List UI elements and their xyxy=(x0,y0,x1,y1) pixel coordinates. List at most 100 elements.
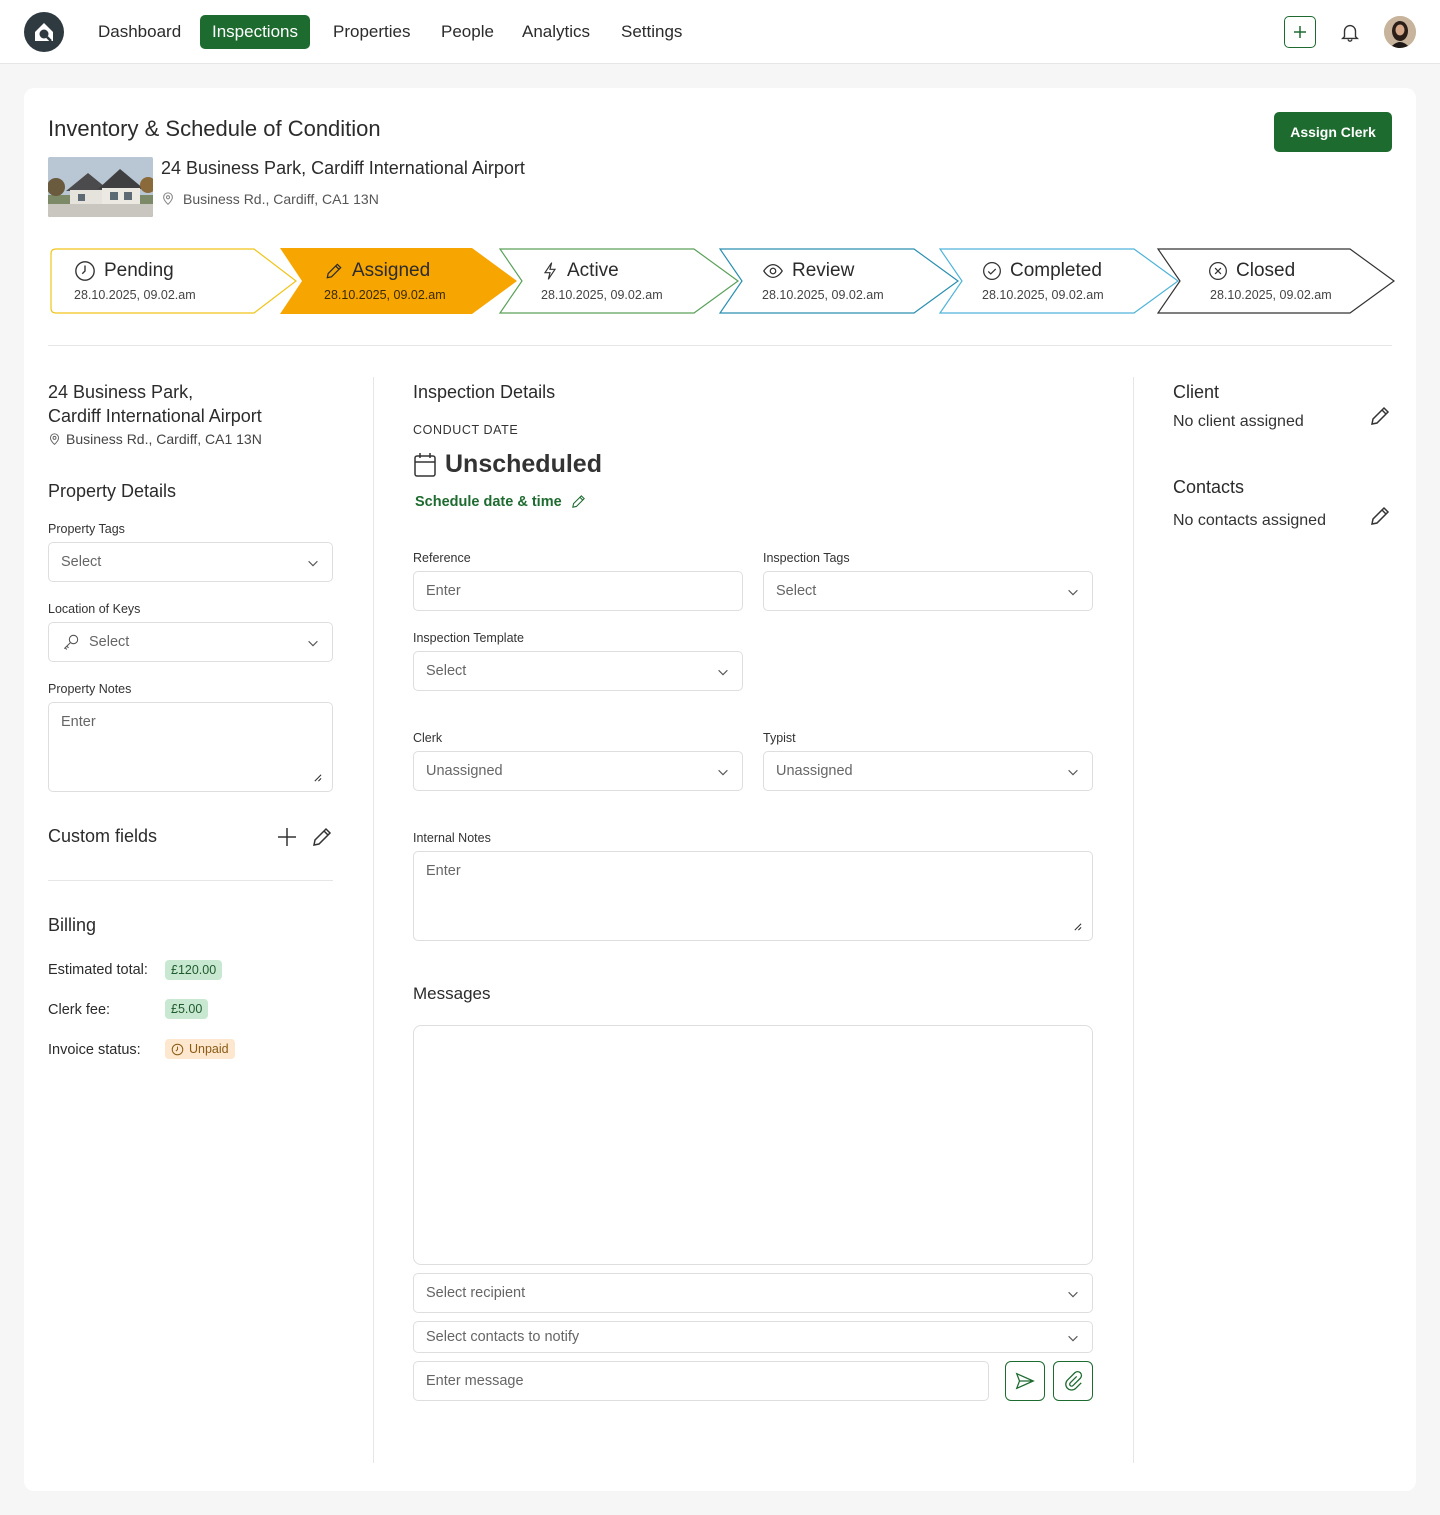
pencil-icon xyxy=(326,263,342,279)
x-circle-icon xyxy=(1209,262,1227,280)
clock-icon xyxy=(75,261,95,281)
location-pin-icon xyxy=(163,192,173,205)
custom-fields-title: Custom fields xyxy=(48,826,158,846)
stage-date: 28.10.2025, 09.02.am xyxy=(982,288,1104,302)
estimated-total-badge: £120.00 xyxy=(165,960,223,980)
nav-people[interactable]: People xyxy=(429,15,506,49)
stage-date: 28.10.2025, 09.02.am xyxy=(1210,288,1332,302)
internal-notes-label: Internal Notes xyxy=(413,831,491,845)
pencil-icon xyxy=(1371,506,1390,525)
billing-title: Billing xyxy=(48,915,97,935)
pencil-icon xyxy=(571,495,585,508)
resize-handle-icon xyxy=(1074,923,1082,931)
stage-review[interactable]: Review 28.10.2025, 09.02.am xyxy=(718,248,960,314)
stage-closed[interactable]: Closed 28.10.2025, 09.02.am xyxy=(1156,248,1396,314)
eye-icon xyxy=(763,263,783,279)
property-tags-select[interactable]: Select xyxy=(48,542,333,582)
stage-pending[interactable]: Pending 28.10.2025, 09.02.am xyxy=(50,248,298,314)
message-input[interactable]: Enter message xyxy=(413,1361,989,1401)
reference-label: Reference xyxy=(413,551,471,565)
reference-input[interactable]: Enter xyxy=(413,571,743,611)
invoice-status-label: Invoice status: xyxy=(48,1042,141,1058)
typist-label: Typist xyxy=(763,731,796,745)
stage-label: Active xyxy=(567,260,619,281)
nav-dashboard[interactable]: Dashboard xyxy=(86,15,193,49)
stage-date: 28.10.2025, 09.02.am xyxy=(74,288,196,302)
app-logo[interactable] xyxy=(24,12,64,52)
nav-inspections[interactable]: Inspections xyxy=(200,15,310,49)
stage-assigned[interactable]: Assigned 28.10.2025, 09.02.am xyxy=(280,248,518,314)
messages-thread[interactable] xyxy=(413,1025,1093,1265)
send-icon xyxy=(1015,1372,1035,1390)
divider xyxy=(48,880,333,881)
send-button[interactable] xyxy=(1005,1361,1045,1401)
column-divider xyxy=(1133,377,1134,1463)
stage-date: 28.10.2025, 09.02.am xyxy=(324,288,446,302)
contacts-title: Contacts xyxy=(1173,477,1245,497)
conduct-date-row: Unscheduled xyxy=(413,450,602,479)
check-circle-icon xyxy=(983,262,1001,280)
chevron-down-icon xyxy=(1068,1335,1078,1342)
column-divider xyxy=(373,377,374,1463)
edit-custom-fields-button[interactable] xyxy=(310,825,334,849)
property-notes-label: Property Notes xyxy=(48,682,132,696)
location-pin-icon xyxy=(49,432,60,445)
clock-icon xyxy=(171,1043,184,1055)
resize-handle-icon xyxy=(314,774,322,782)
invoice-status-badge: Unpaid xyxy=(165,1039,235,1059)
internal-notes-textarea[interactable]: Enter xyxy=(413,851,1093,941)
top-navigation: Dashboard Inspections Properties People … xyxy=(0,0,1440,64)
nav-properties[interactable]: Properties xyxy=(321,15,422,49)
attach-button[interactable] xyxy=(1053,1361,1093,1401)
messages-title: Messages xyxy=(413,984,491,1003)
stage-completed[interactable]: Completed 28.10.2025, 09.02.am xyxy=(938,248,1180,314)
client-value: No client assigned xyxy=(1173,413,1304,430)
lightning-icon xyxy=(543,262,557,280)
stage-active[interactable]: Active 28.10.2025, 09.02.am xyxy=(498,248,740,314)
property-details-title: Property Details xyxy=(48,481,177,501)
schedule-link[interactable]: Schedule date & time xyxy=(415,493,587,510)
nav-settings[interactable]: Settings xyxy=(609,15,694,49)
chevron-down-icon xyxy=(308,640,318,647)
edit-contacts-button[interactable] xyxy=(1368,504,1392,528)
chevron-down-icon xyxy=(1068,589,1078,596)
pencil-icon xyxy=(1371,406,1390,425)
plus-icon xyxy=(278,828,296,846)
inspection-details-title: Inspection Details xyxy=(413,382,556,402)
assign-clerk-button[interactable]: Assign Clerk xyxy=(1274,112,1392,152)
chevron-down-icon xyxy=(718,769,728,776)
conduct-date-value: Unscheduled xyxy=(445,450,602,478)
inspection-tags-select[interactable]: Select xyxy=(763,571,1093,611)
location-keys-select[interactable]: Select xyxy=(48,622,333,662)
inspection-tags-label: Inspection Tags xyxy=(763,551,850,565)
nav-analytics[interactable]: Analytics xyxy=(510,15,602,49)
notifications-button[interactable] xyxy=(1334,16,1366,48)
property-notes-textarea[interactable]: Enter xyxy=(48,702,333,792)
add-button[interactable] xyxy=(1284,16,1316,48)
left-address-row: Business Rd., Cardiff, CA1 13N xyxy=(48,431,262,447)
user-avatar[interactable] xyxy=(1384,16,1416,48)
contacts-value: No contacts assigned xyxy=(1173,512,1326,529)
property-address-row: Business Rd., Cardiff, CA1 13N xyxy=(161,191,379,207)
property-tags-label: Property Tags xyxy=(48,522,125,536)
left-address: Business Rd., Cardiff, CA1 13N xyxy=(66,431,262,447)
bell-icon xyxy=(1341,24,1359,42)
stage-date: 28.10.2025, 09.02.am xyxy=(762,288,884,302)
contacts-notify-select[interactable]: Select contacts to notify xyxy=(413,1321,1093,1353)
chevron-down-icon xyxy=(308,560,318,567)
stage-label: Pending xyxy=(104,260,174,281)
recipient-select[interactable]: Select recipient xyxy=(413,1273,1093,1313)
left-property-name: 24 Business Park, Cardiff International … xyxy=(48,382,262,426)
stage-label: Assigned xyxy=(352,260,431,281)
add-custom-field-button[interactable] xyxy=(275,825,299,849)
edit-client-button[interactable] xyxy=(1368,404,1392,428)
inspection-template-select[interactable]: Select xyxy=(413,651,743,691)
chevron-down-icon xyxy=(1068,1291,1078,1298)
divider xyxy=(48,345,1392,346)
clerk-select[interactable]: Unassigned xyxy=(413,751,743,791)
page-title: Inventory & Schedule of Condition xyxy=(48,116,381,141)
property-thumbnail[interactable] xyxy=(48,157,153,217)
property-name: 24 Business Park, Cardiff International … xyxy=(161,158,525,178)
plus-icon xyxy=(1294,26,1306,38)
typist-select[interactable]: Unassigned xyxy=(763,751,1093,791)
